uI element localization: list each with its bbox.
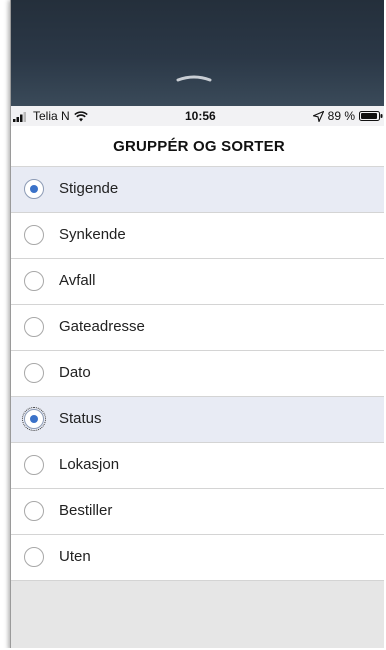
option-bestiller[interactable]: Bestiller [11, 489, 384, 535]
option-stigende[interactable]: Stigende [11, 167, 384, 213]
radio-button[interactable] [24, 363, 44, 383]
sheet-title: GRUPPÉR OG SORTER [113, 137, 285, 155]
wifi-icon [73, 110, 88, 121]
battery-percent: 89 % [327, 109, 355, 123]
option-label: Lokasjon [59, 456, 120, 473]
screenshot-frame: Telia N 10:56 89 % GRUPPÉR OG SORTER Sti… [0, 0, 384, 648]
background-overlay[interactable] [11, 0, 384, 106]
option-label: Gateadresse [59, 318, 145, 335]
status-bar: Telia N 10:56 89 % [11, 106, 384, 126]
radio-button[interactable] [24, 455, 44, 475]
option-label: Stigende [59, 180, 119, 197]
radio-button[interactable] [24, 225, 44, 245]
radio-button[interactable] [24, 317, 44, 337]
option-gateadresse[interactable]: Gateadresse [11, 305, 384, 351]
status-right: 89 % [312, 109, 383, 123]
option-status[interactable]: Status [11, 397, 384, 443]
option-label: Status [59, 410, 102, 427]
carrier-name: Telia N [33, 109, 70, 123]
phone-screen: Telia N 10:56 89 % GRUPPÉR OG SORTER Sti… [10, 0, 384, 648]
radio-button[interactable] [24, 271, 44, 291]
location-arrow-icon [312, 110, 324, 122]
radio-dot [30, 185, 38, 193]
option-lokasjon[interactable]: Lokasjon [11, 443, 384, 489]
option-uten[interactable]: Uten [11, 535, 384, 581]
option-label: Uten [59, 548, 91, 565]
option-dato[interactable]: Dato [11, 351, 384, 397]
option-label: Dato [59, 364, 91, 381]
signal-bars-icon [13, 111, 26, 122]
battery-icon [359, 111, 383, 121]
option-label: Bestiller [59, 502, 113, 519]
status-time: 10:56 [185, 109, 216, 123]
status-left: Telia N [13, 109, 88, 123]
radio-button[interactable] [24, 179, 44, 199]
radio-button[interactable] [22, 407, 46, 431]
radio-button[interactable] [24, 547, 44, 567]
radio-dot [30, 415, 38, 423]
sort-options-list: Stigende Synkende Avfall Gateadresse Dat… [11, 167, 384, 581]
option-avfall[interactable]: Avfall [11, 259, 384, 305]
sheet-grabber-icon[interactable] [176, 73, 212, 83]
option-synkende[interactable]: Synkende [11, 213, 384, 259]
option-label: Synkende [59, 226, 126, 243]
radio-button[interactable] [24, 501, 44, 521]
sheet-header: GRUPPÉR OG SORTER [11, 126, 384, 167]
option-label: Avfall [59, 272, 96, 289]
